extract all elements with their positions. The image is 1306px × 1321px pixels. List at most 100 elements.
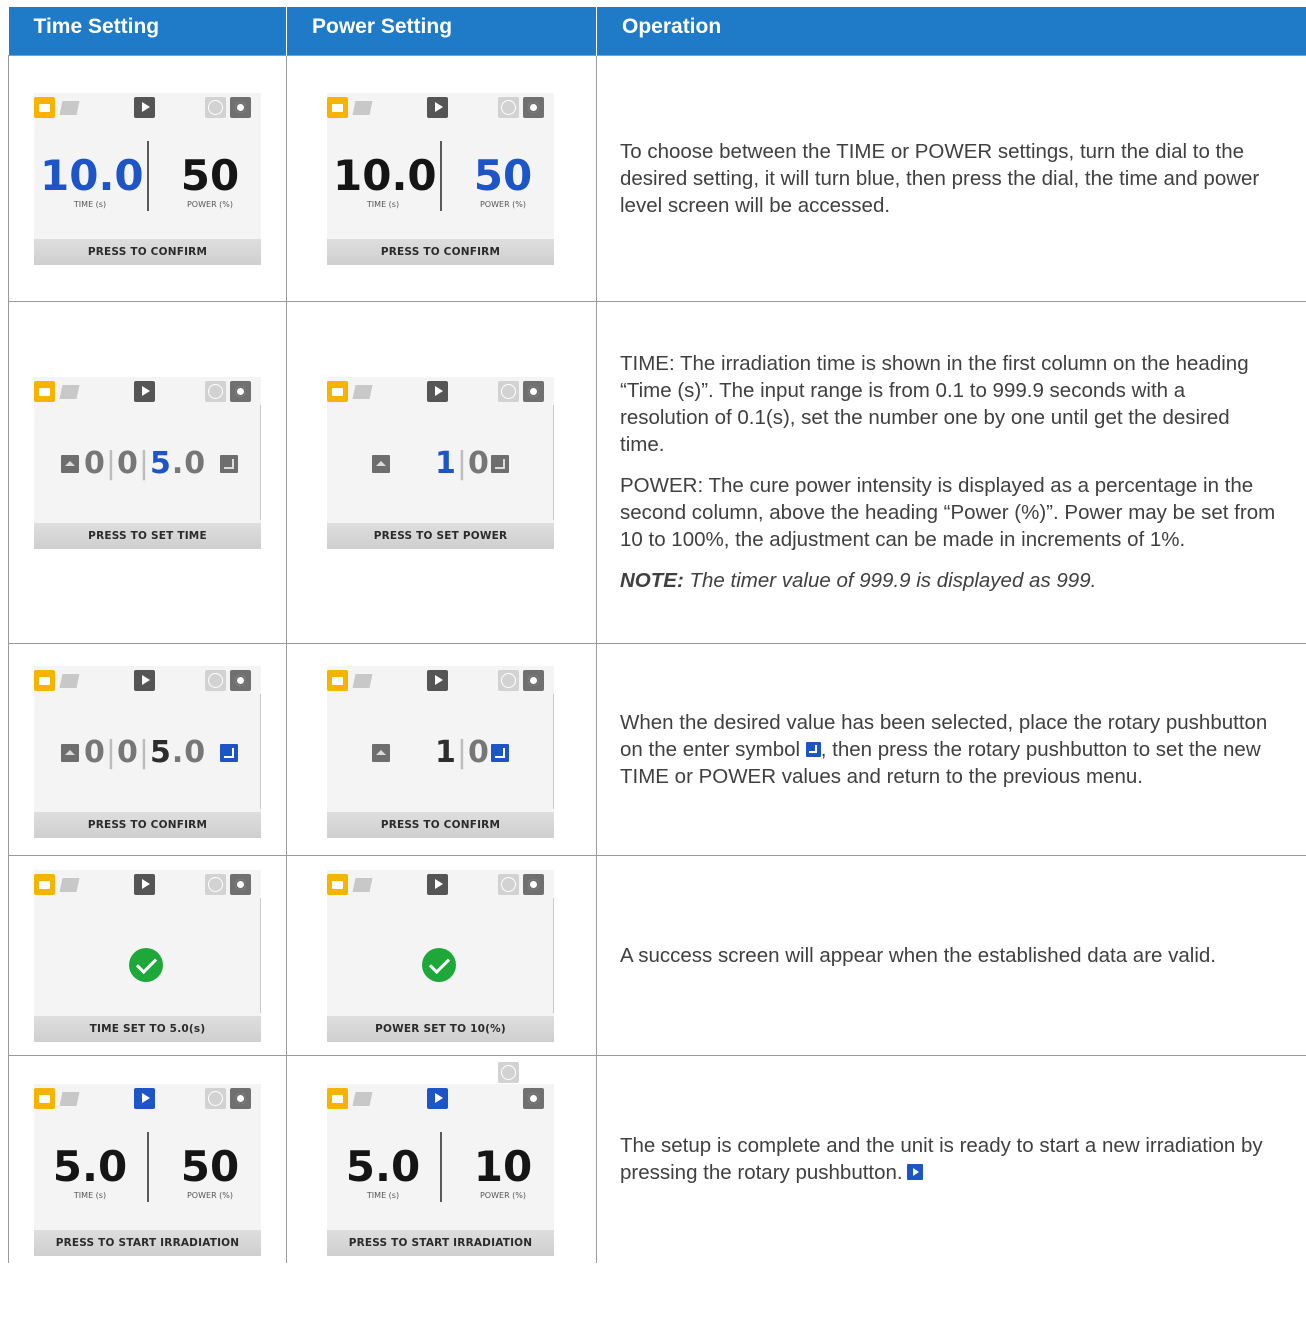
operation-text: When the desired value has been selected… xyxy=(620,709,1278,790)
gear-icon xyxy=(230,873,251,895)
folder-icon xyxy=(353,97,374,118)
power-value: 50 xyxy=(473,150,533,200)
play-icon xyxy=(134,96,155,118)
folder-icon xyxy=(60,670,81,691)
screen-toolbar xyxy=(327,666,554,694)
screen-footer: PRESS TO START IRRADIATION xyxy=(327,1229,554,1256)
operation-cell: TIME: The irradiation time is shown in t… xyxy=(596,300,1306,644)
operation-cell: When the desired value has been selected… xyxy=(596,642,1306,856)
digit-ones: 0 xyxy=(467,734,490,770)
folder-open-icon xyxy=(327,1087,348,1109)
operation-text: The setup is complete and the unit is re… xyxy=(620,1132,1278,1186)
screen-toolbar xyxy=(34,1084,261,1112)
table-row: 0|0|5.0 PRESS TO SET TIME 1|0 PRESS TO S… xyxy=(8,300,1306,644)
table-row: TIME SET TO 5.0(s) POWER SET TO 10(%) A … xyxy=(8,854,1306,1056)
folder-open-icon xyxy=(34,873,55,895)
power-value: 50 xyxy=(180,1141,240,1191)
time-value: 10.0 xyxy=(40,150,144,200)
device-screen: POWER SET TO 10(%) xyxy=(327,869,554,1042)
power-label: POWER (%) xyxy=(186,199,234,209)
play-icon xyxy=(134,380,155,402)
time-label: TIME (s) xyxy=(366,1190,400,1200)
gear-icon xyxy=(230,96,251,118)
check-icon xyxy=(422,947,456,982)
screen-footer: PRESS TO CONFIRM xyxy=(34,238,261,265)
header-power-setting: Power Setting xyxy=(286,7,597,55)
folder-icon xyxy=(353,1088,374,1109)
play-icon xyxy=(427,96,448,118)
digit-ones: 5 xyxy=(149,734,172,770)
power-value: 10 xyxy=(473,1141,533,1191)
play-icon xyxy=(427,1087,448,1109)
time-value: 10.0 xyxy=(333,150,437,200)
digit-ones: 0 xyxy=(467,445,490,481)
enter-icon xyxy=(491,454,509,473)
arrow-up-icon xyxy=(372,454,390,473)
settings-table: Time Setting Power Setting Operation 10.… xyxy=(8,7,1306,1263)
note-text: NOTE: The timer value of 999.9 is displa… xyxy=(620,567,1278,594)
device-screen: TIME SET TO 5.0(s) xyxy=(34,869,261,1042)
device-screen: 0|0|5.0 PRESS TO CONFIRM xyxy=(34,665,261,838)
power-setting-cell: 1|0 PRESS TO CONFIRM xyxy=(286,642,597,856)
operation-text: POWER: The cure power intensity is displ… xyxy=(620,474,1276,551)
operation-cell: The setup is complete and the unit is re… xyxy=(596,1054,1306,1263)
time-label: TIME (s) xyxy=(73,1190,107,1200)
info-icon xyxy=(498,669,519,691)
time-label: TIME (s) xyxy=(73,199,107,209)
screen-footer: TIME SET TO 5.0(s) xyxy=(34,1015,261,1042)
gear-icon xyxy=(230,669,251,691)
time-label: TIME (s) xyxy=(366,199,400,209)
arrow-up-icon xyxy=(61,743,79,762)
screen-edge xyxy=(553,897,554,1013)
enter-icon xyxy=(491,743,509,762)
info-icon xyxy=(205,669,226,691)
play-icon xyxy=(134,1087,155,1109)
note-body: The timer value of 999.9 is displayed as… xyxy=(683,569,1097,592)
info-icon xyxy=(205,380,226,402)
device-screen: 0|0|5.0 PRESS TO SET TIME xyxy=(34,376,261,549)
manual-page: Time Setting Power Setting Operation 10.… xyxy=(0,0,1306,1321)
screen-toolbar xyxy=(34,666,261,694)
play-icon xyxy=(427,669,448,691)
enter-icon xyxy=(220,454,238,473)
operation-cell: To choose between the TIME or POWER sett… xyxy=(596,54,1306,302)
folder-open-icon xyxy=(34,96,55,118)
power-digit-entry: 1|0 xyxy=(327,734,554,770)
time-value: 5.0 xyxy=(52,1141,128,1191)
device-screen: 1|0 PRESS TO SET POWER xyxy=(327,376,554,549)
screen-footer: PRESS TO SET POWER xyxy=(327,522,554,549)
device-screen: 10.0 50 TIME (s) POWER (%) PRESS TO CONF… xyxy=(34,92,261,265)
power-digits: 1|0 xyxy=(435,445,490,481)
digit-ones: 5 xyxy=(149,445,172,481)
gear-icon xyxy=(523,669,544,691)
folder-icon xyxy=(353,381,374,402)
folder-open-icon xyxy=(34,669,55,691)
play-icon xyxy=(427,380,448,402)
time-setting-cell: TIME SET TO 5.0(s) xyxy=(8,854,287,1056)
operation-text: To choose between the TIME or POWER sett… xyxy=(620,139,1260,217)
arrow-up-icon xyxy=(372,743,390,762)
play-icon xyxy=(134,669,155,691)
digit-tens: 1 xyxy=(435,734,457,770)
info-icon xyxy=(205,1087,226,1109)
folder-icon xyxy=(353,874,374,895)
time-digits: 0|0|5.0 xyxy=(84,445,207,481)
play-icon xyxy=(427,873,448,895)
screen-toolbar xyxy=(327,93,554,121)
note-label: NOTE: xyxy=(620,569,684,592)
value-divider xyxy=(440,140,442,211)
operation-text: A success screen will appear when the es… xyxy=(620,943,1216,967)
screen-footer: POWER SET TO 10(%) xyxy=(327,1015,554,1042)
table-row: 0|0|5.0 PRESS TO CONFIRM 1|0 PRESS TO CO… xyxy=(8,642,1306,856)
device-screen: 5.0 10 TIME (s) POWER (%) PRESS TO START… xyxy=(327,1061,554,1256)
screen-toolbar xyxy=(34,377,261,405)
folder-open-icon xyxy=(34,380,55,402)
device-screen: 1|0 PRESS TO CONFIRM xyxy=(327,665,554,838)
header-operation: Operation xyxy=(596,7,1306,55)
screen-footer: PRESS TO START IRRADIATION xyxy=(34,1229,261,1256)
time-digits: 0|0|5.0 xyxy=(84,734,207,770)
time-digit-entry: 0|0|5.0 xyxy=(34,734,261,770)
digit-tenths: .0 xyxy=(171,445,207,481)
info-icon xyxy=(498,873,519,895)
info-icon xyxy=(498,96,519,118)
